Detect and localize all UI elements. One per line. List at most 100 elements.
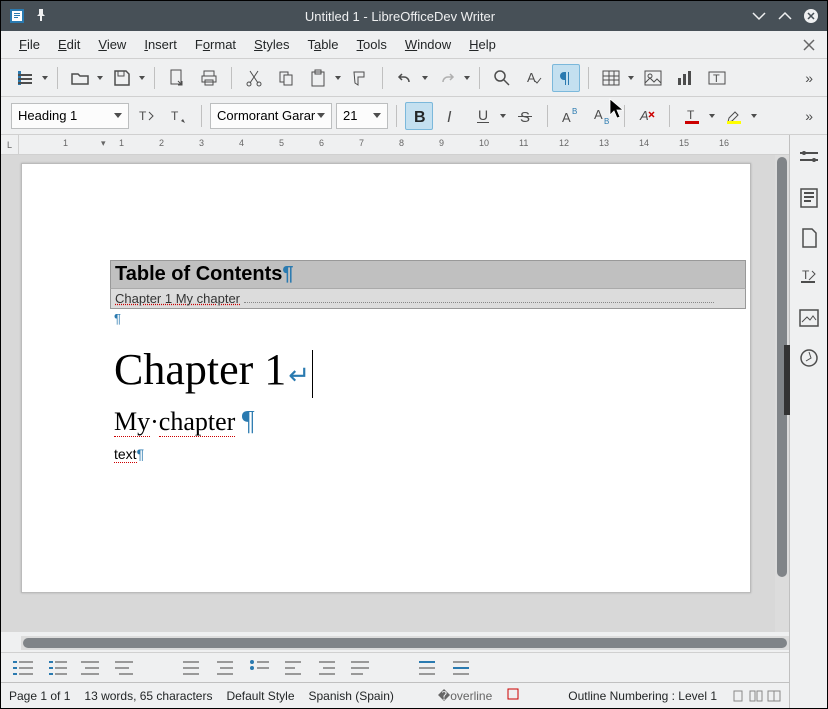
paragraph-style-select[interactable]: Heading 1: [11, 103, 129, 129]
menu-format[interactable]: Format: [187, 33, 244, 56]
subscript-button[interactable]: AB: [588, 102, 616, 130]
redo-dropdown[interactable]: [463, 76, 471, 80]
toc-entry[interactable]: Chapter 1 My chapter: [110, 288, 746, 309]
paste-dropdown[interactable]: [334, 76, 342, 80]
horizontal-scrollbar[interactable]: [21, 636, 789, 650]
undo-dropdown[interactable]: [421, 76, 429, 80]
single-page-icon[interactable]: [731, 689, 745, 703]
clone-formatting-button[interactable]: [346, 64, 374, 92]
heading-1[interactable]: Chapter 1↵: [114, 344, 750, 398]
export-pdf-button[interactable]: [163, 64, 191, 92]
toc-title[interactable]: Table of Contents¶: [110, 260, 746, 288]
cut-button[interactable]: [240, 64, 268, 92]
clear-formatting-button[interactable]: A: [633, 102, 661, 130]
menu-help[interactable]: Help: [461, 33, 504, 56]
spellcheck-button[interactable]: A: [520, 64, 548, 92]
status-insert-mode[interactable]: �overline: [438, 689, 492, 703]
underline-button[interactable]: U: [469, 102, 497, 130]
maximize-button[interactable]: [777, 8, 793, 24]
list-btn-4[interactable]: [115, 659, 137, 677]
menu-styles[interactable]: Styles: [246, 33, 297, 56]
save-dropdown[interactable]: [138, 76, 146, 80]
copy-button[interactable]: [272, 64, 300, 92]
gallery-panel-icon[interactable]: T: [798, 267, 820, 289]
list-btn-7[interactable]: [249, 659, 271, 677]
font-color-button[interactable]: T: [678, 102, 706, 130]
document-viewport[interactable]: Table of Contents¶ Chapter 1 My chapter …: [1, 155, 775, 632]
print-button[interactable]: [195, 64, 223, 92]
insert-chart-button[interactable]: [671, 64, 699, 92]
list-btn-10[interactable]: [351, 659, 373, 677]
italic-button[interactable]: I: [437, 102, 465, 130]
navigator-panel-icon[interactable]: [798, 307, 820, 329]
update-style-button[interactable]: T: [133, 102, 161, 130]
list-btn-1[interactable]: [13, 659, 35, 677]
menu-window[interactable]: Window: [397, 33, 459, 56]
list-btn-8[interactable]: [283, 659, 305, 677]
strikethrough-button[interactable]: S: [511, 102, 539, 130]
menu-insert[interactable]: Insert: [136, 33, 185, 56]
table-dropdown[interactable]: [627, 76, 635, 80]
menu-tools[interactable]: Tools: [349, 33, 395, 56]
list-btn-11[interactable]: [417, 659, 439, 677]
undo-button[interactable]: [391, 64, 419, 92]
superscript-button[interactable]: AB: [556, 102, 584, 130]
status-style[interactable]: Default Style: [226, 689, 294, 703]
redo-button[interactable]: [433, 64, 461, 92]
list-btn-6[interactable]: [215, 659, 237, 677]
styles-panel-icon[interactable]: [798, 227, 820, 249]
list-btn-9[interactable]: [317, 659, 339, 677]
list-btn-12[interactable]: [451, 659, 473, 677]
toolbar-overflow[interactable]: »: [801, 70, 817, 86]
status-language[interactable]: Spanish (Spain): [309, 689, 394, 703]
pin-icon[interactable]: [33, 8, 49, 24]
manage-changes-icon[interactable]: [798, 347, 820, 369]
book-view-icon[interactable]: [767, 689, 781, 703]
horizontal-ruler[interactable]: L 1 ▾ 1 2 3 4 5 6 7 8 9 10 11 12 13: [1, 135, 789, 155]
paste-button[interactable]: [304, 64, 332, 92]
ruler-scale[interactable]: 1 ▾ 1 2 3 4 5 6 7 8 9 10 11 12 13 14 15: [19, 135, 789, 154]
status-page[interactable]: Page 1 of 1: [9, 689, 70, 703]
underline-dropdown[interactable]: [499, 114, 507, 118]
new-dropdown[interactable]: [41, 76, 49, 80]
menu-file[interactable]: File: [11, 33, 48, 56]
font-color-dropdown[interactable]: [708, 114, 716, 118]
highlight-dropdown[interactable]: [750, 114, 758, 118]
new-style-button[interactable]: T: [165, 102, 193, 130]
open-dropdown[interactable]: [96, 76, 104, 80]
status-outline[interactable]: Outline Numbering : Level 1: [568, 689, 717, 703]
list-btn-2[interactable]: [47, 659, 69, 677]
menu-table[interactable]: Table: [299, 33, 346, 56]
find-button[interactable]: [488, 64, 516, 92]
minimize-button[interactable]: [751, 8, 767, 24]
menu-view[interactable]: View: [90, 33, 134, 56]
save-button[interactable]: [108, 64, 136, 92]
heading-2[interactable]: My·chapter ¶: [114, 406, 750, 438]
close-button[interactable]: [803, 8, 819, 24]
empty-paragraph[interactable]: ¶: [114, 311, 750, 326]
page-panel-icon[interactable]: [798, 187, 820, 209]
menu-edit[interactable]: Edit: [50, 33, 88, 56]
body-paragraph[interactable]: text¶: [114, 446, 750, 462]
format-toolbar-overflow[interactable]: »: [801, 108, 817, 124]
list-btn-3[interactable]: [81, 659, 103, 677]
font-size-select[interactable]: 21: [336, 103, 388, 129]
new-button[interactable]: [11, 64, 39, 92]
multi-page-icon[interactable]: [749, 689, 763, 703]
page[interactable]: Table of Contents¶ Chapter 1 My chapter …: [21, 163, 751, 593]
bold-button[interactable]: B: [405, 102, 433, 130]
insert-table-button[interactable]: [597, 64, 625, 92]
sidebar-handle[interactable]: [784, 345, 790, 415]
status-selection-mode[interactable]: [506, 687, 520, 704]
list-btn-5[interactable]: [181, 659, 203, 677]
menubar-close-icon[interactable]: [801, 37, 817, 53]
font-name-select[interactable]: Cormorant Garar: [210, 103, 332, 129]
insert-image-button[interactable]: [639, 64, 667, 92]
highlight-button[interactable]: [720, 102, 748, 130]
formatting-marks-button[interactable]: [552, 64, 580, 92]
toc-block[interactable]: Table of Contents¶ Chapter 1 My chapter: [110, 260, 746, 309]
insert-textbox-button[interactable]: T: [703, 64, 731, 92]
status-words[interactable]: 13 words, 65 characters: [84, 689, 212, 703]
open-button[interactable]: [66, 64, 94, 92]
properties-panel-icon[interactable]: [798, 147, 820, 169]
